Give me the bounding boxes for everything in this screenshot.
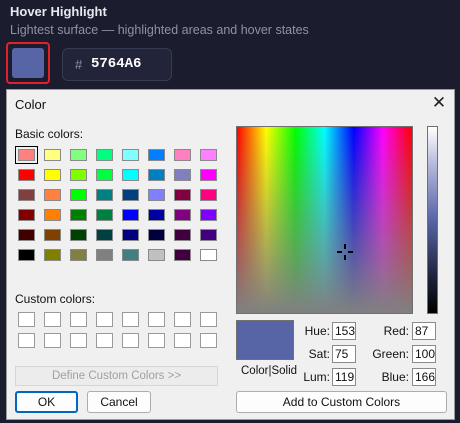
green-label: Green:	[372, 347, 409, 361]
close-icon[interactable]: ✕	[428, 92, 450, 114]
basic-color-swatch[interactable]	[15, 146, 38, 164]
hash-icon: #	[75, 57, 83, 72]
custom-color-swatch[interactable]	[44, 312, 61, 327]
crosshair-icon	[337, 244, 353, 260]
basic-color-swatch[interactable]	[122, 189, 139, 201]
define-custom-colors-button[interactable]: Define Custom Colors >>	[15, 366, 218, 386]
basic-color-swatch[interactable]	[96, 169, 113, 181]
color-swatch-button[interactable]	[6, 42, 50, 84]
blue-label: Blue:	[381, 370, 409, 384]
custom-colors-label: Custom colors:	[15, 292, 96, 306]
basic-color-swatch[interactable]	[174, 229, 191, 241]
basic-color-swatch[interactable]	[70, 229, 87, 241]
sat-input[interactable]: 75	[332, 345, 356, 363]
custom-color-swatch[interactable]	[44, 333, 61, 348]
custom-color-swatch[interactable]	[200, 333, 217, 348]
lum-input[interactable]: 119	[332, 368, 356, 386]
hex-input[interactable]: # 5764A6	[62, 48, 172, 81]
basic-color-swatch[interactable]	[200, 229, 217, 241]
custom-color-swatch[interactable]	[200, 312, 217, 327]
hue-input[interactable]: 153	[332, 322, 356, 340]
basic-color-swatch[interactable]	[148, 189, 165, 201]
red-label: Red:	[383, 324, 409, 338]
color-dialog: Color ✕ Basic colors: Custom colors: Def…	[6, 89, 455, 420]
basic-color-swatch[interactable]	[70, 189, 87, 201]
custom-color-swatch[interactable]	[18, 333, 35, 348]
basic-color-swatch[interactable]	[200, 209, 217, 221]
ok-button[interactable]: OK	[15, 391, 78, 413]
cancel-button[interactable]: Cancel	[87, 391, 151, 413]
color-preview	[236, 320, 294, 360]
basic-color-swatch[interactable]	[174, 189, 191, 201]
basic-color-swatch[interactable]	[122, 169, 139, 181]
sat-label: Sat:	[308, 347, 330, 361]
basic-color-swatch[interactable]	[44, 209, 61, 221]
custom-color-swatch[interactable]	[148, 312, 165, 327]
dialog-title: Color	[15, 97, 47, 112]
basic-color-swatch[interactable]	[148, 229, 165, 241]
basic-color-swatch[interactable]	[18, 209, 35, 221]
red-input[interactable]: 87	[412, 322, 436, 340]
custom-color-swatch[interactable]	[122, 333, 139, 348]
add-to-custom-colors-button[interactable]: Add to Custom Colors	[236, 391, 447, 413]
basic-color-swatch[interactable]	[200, 149, 217, 161]
lum-label: Lum:	[303, 370, 330, 384]
basic-color-swatch[interactable]	[44, 229, 61, 241]
basic-color-swatch[interactable]	[174, 169, 191, 181]
basic-color-swatch[interactable]	[148, 149, 165, 161]
hue-label: Hue:	[304, 324, 330, 338]
color-solid-label: Color|Solid	[241, 365, 298, 377]
basic-color-swatch[interactable]	[44, 189, 61, 201]
basic-color-swatch[interactable]	[96, 189, 113, 201]
basic-color-swatch[interactable]	[122, 249, 139, 261]
basic-color-swatch[interactable]	[122, 149, 139, 161]
custom-color-swatch[interactable]	[174, 333, 191, 348]
color-swatch-preview	[12, 48, 44, 78]
basic-color-swatch[interactable]	[174, 209, 191, 221]
basic-color-swatch[interactable]	[200, 249, 217, 261]
basic-color-swatch[interactable]	[122, 209, 139, 221]
basic-color-swatch[interactable]	[70, 169, 87, 181]
custom-color-swatch[interactable]	[148, 333, 165, 348]
hex-value: 5764A6	[91, 56, 142, 72]
basic-color-swatch[interactable]	[174, 249, 191, 261]
custom-color-swatch[interactable]	[96, 333, 113, 348]
basic-color-swatch[interactable]	[200, 169, 217, 181]
basic-color-swatch[interactable]	[44, 149, 61, 161]
basic-color-swatch[interactable]	[44, 249, 61, 261]
basic-color-swatch[interactable]	[18, 169, 35, 181]
blue-input[interactable]: 166	[412, 368, 436, 386]
basic-color-swatch[interactable]	[18, 229, 35, 241]
basic-color-swatch[interactable]	[148, 249, 165, 261]
custom-color-swatch[interactable]	[96, 312, 113, 327]
basic-colors-label: Basic colors:	[15, 127, 84, 141]
basic-color-swatch[interactable]	[18, 189, 35, 201]
section-title: Hover Highlight	[10, 4, 107, 19]
green-input[interactable]: 100	[412, 345, 436, 363]
basic-color-swatch[interactable]	[96, 209, 113, 221]
custom-color-swatch[interactable]	[18, 312, 35, 327]
basic-color-swatch[interactable]	[70, 249, 87, 261]
basic-color-swatch[interactable]	[18, 249, 35, 261]
luminosity-slider[interactable]	[427, 126, 438, 314]
basic-color-swatch[interactable]	[148, 209, 165, 221]
basic-color-swatch[interactable]	[174, 149, 191, 161]
basic-color-swatch[interactable]	[44, 169, 61, 181]
basic-color-swatch[interactable]	[200, 189, 217, 201]
basic-color-swatch[interactable]	[70, 209, 87, 221]
custom-color-swatch[interactable]	[174, 312, 191, 327]
custom-color-swatch[interactable]	[70, 333, 87, 348]
section-subtitle: Lightest surface — highlighted areas and…	[10, 23, 309, 37]
custom-color-swatch[interactable]	[122, 312, 139, 327]
basic-color-swatch[interactable]	[70, 149, 87, 161]
basic-color-swatch[interactable]	[96, 249, 113, 261]
basic-color-swatch[interactable]	[96, 149, 113, 161]
basic-color-swatch[interactable]	[122, 229, 139, 241]
custom-color-swatch[interactable]	[70, 312, 87, 327]
color-spectrum[interactable]	[236, 126, 413, 314]
basic-color-swatch[interactable]	[96, 229, 113, 241]
basic-color-swatch[interactable]	[148, 169, 165, 181]
